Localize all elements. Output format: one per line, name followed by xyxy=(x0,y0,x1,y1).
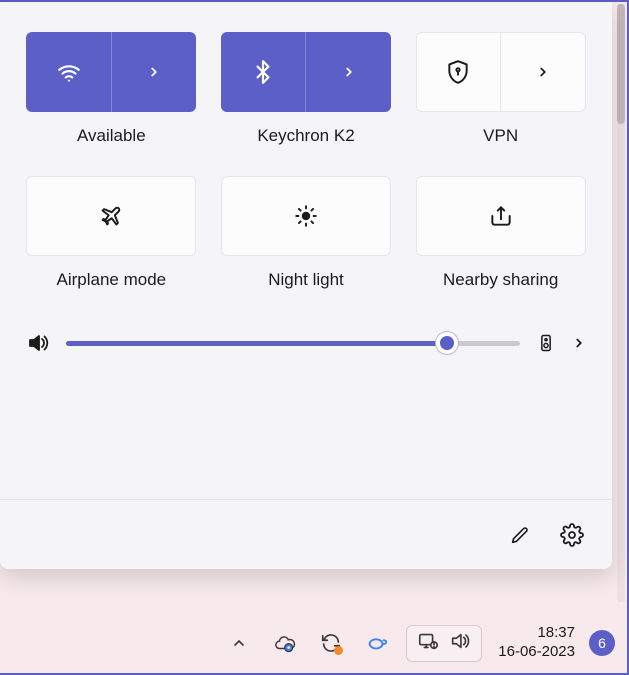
speaker-tray-icon xyxy=(449,630,471,657)
vpn-toggle[interactable] xyxy=(417,33,502,111)
airplane-tile[interactable] xyxy=(26,176,196,256)
chevron-right-icon xyxy=(530,59,556,85)
ethernet-icon xyxy=(417,630,439,657)
chevron-right-icon xyxy=(141,59,167,85)
airplane-icon xyxy=(98,203,124,229)
notification-badge[interactable]: 6 xyxy=(589,630,615,656)
nearby-tile[interactable] xyxy=(416,176,586,256)
bluetooth-icon xyxy=(250,59,276,85)
slider-thumb[interactable] xyxy=(436,332,458,354)
volume-row xyxy=(0,330,612,356)
nightlight-tile-group: Night light xyxy=(217,176,396,290)
output-device-icon[interactable] xyxy=(536,330,556,356)
edit-button[interactable] xyxy=(498,513,542,557)
gear-icon xyxy=(560,522,584,548)
vpn-expand[interactable] xyxy=(501,33,585,111)
wifi-icon xyxy=(56,59,82,85)
vpn-tile-group: VPN xyxy=(411,32,590,146)
speaker-icon[interactable] xyxy=(26,330,50,356)
brightness-icon xyxy=(293,203,319,229)
slider-fill xyxy=(66,341,447,346)
clock[interactable]: 18:37 16-06-2023 xyxy=(498,624,575,662)
bluetooth-tile[interactable] xyxy=(221,32,391,112)
update-icon[interactable] xyxy=(314,626,348,660)
pencil-icon xyxy=(509,522,531,548)
bluetooth-toggle[interactable] xyxy=(221,32,307,112)
network-volume-tray[interactable] xyxy=(406,625,482,662)
scrollbar[interactable] xyxy=(617,4,625,602)
chevron-right-icon xyxy=(336,59,362,85)
wifi-expand[interactable] xyxy=(112,32,197,112)
nightlight-label: Night light xyxy=(268,270,344,290)
share-icon xyxy=(488,203,514,229)
vpn-tile[interactable] xyxy=(416,32,586,112)
vpn-shield-icon xyxy=(445,59,471,85)
bluetooth-tile-group: Keychron K2 xyxy=(217,32,396,146)
scrollbar-thumb[interactable] xyxy=(617,4,625,124)
vpn-label: VPN xyxy=(483,126,518,146)
nearby-label: Nearby sharing xyxy=(443,270,558,290)
bluetooth-label: Keychron K2 xyxy=(257,126,354,146)
wifi-tile-group: Available xyxy=(22,32,201,146)
wifi-toggle[interactable] xyxy=(26,32,112,112)
tiles-grid: Available Keychron K2 xyxy=(0,2,612,290)
quick-settings-panel: Available Keychron K2 xyxy=(0,2,612,569)
airplane-label: Airplane mode xyxy=(57,270,167,290)
tray-overflow[interactable] xyxy=(222,626,256,660)
volume-expand[interactable] xyxy=(572,330,586,356)
nearby-tile-group: Nearby sharing xyxy=(411,176,590,290)
time: 18:37 xyxy=(498,624,575,643)
taskbar: 18:37 16-06-2023 6 xyxy=(0,613,627,673)
nightlight-tile[interactable] xyxy=(221,176,391,256)
settings-button[interactable] xyxy=(550,513,594,557)
onedrive-icon[interactable] xyxy=(268,626,302,660)
panel-footer xyxy=(0,499,612,569)
bluetooth-expand[interactable] xyxy=(306,32,391,112)
wifi-tile[interactable] xyxy=(26,32,196,112)
wifi-label: Available xyxy=(77,126,146,146)
app-tray-icon[interactable] xyxy=(360,626,394,660)
airplane-tile-group: Airplane mode xyxy=(22,176,201,290)
system-tray xyxy=(222,625,482,662)
volume-slider[interactable] xyxy=(66,331,520,355)
date: 16-06-2023 xyxy=(498,643,575,662)
